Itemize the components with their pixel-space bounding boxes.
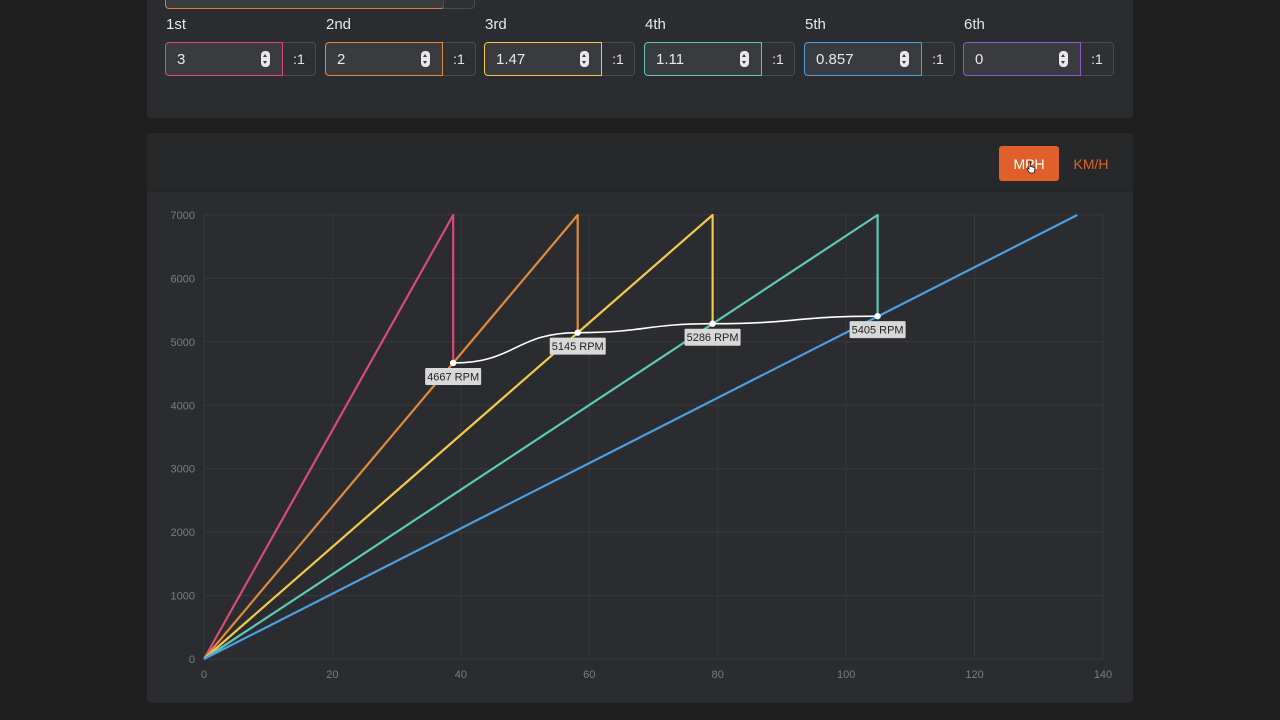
shift-point-label: 5145 RPM <box>552 341 604 353</box>
x-tick-label: 140 <box>1094 669 1112 681</box>
gear-3-ratio-value: 1.47 <box>496 50 526 68</box>
y-tick-label: 5000 <box>171 337 195 349</box>
shift-point-marker <box>874 312 881 320</box>
gear-5-series-line <box>203 214 1078 660</box>
y-tick-label: 1000 <box>171 591 195 603</box>
gear-6: 6th 0 :1 <box>963 16 1114 76</box>
gear-1-ratio-input[interactable]: 3 <box>165 42 283 76</box>
gear-6-ratio-input[interactable]: 0 <box>963 42 1081 76</box>
shift-point-label: 5286 RPM <box>687 332 739 344</box>
gear-2-ratio-input[interactable]: 2 <box>325 42 443 76</box>
x-tick-label: 120 <box>965 669 983 681</box>
ratio-suffix: :1 <box>1081 42 1114 76</box>
gear-3-series-line <box>203 213 714 660</box>
gear-label: 5th <box>805 16 826 33</box>
spinner-icon[interactable] <box>1059 51 1068 67</box>
ratio-suffix: :1 <box>602 42 635 76</box>
y-tick-label: 4000 <box>171 400 195 412</box>
gear-label: 2nd <box>326 16 352 33</box>
gear-2-series-line <box>203 213 579 660</box>
gear-4-series-line <box>203 213 879 660</box>
ratio-suffix: :1 <box>922 42 955 76</box>
gear-label: 3rd <box>485 16 507 33</box>
rpm-vs-speed-chart: 0 20 40 60 80 100 120 140 0 1000 2000 3000 4000 5000 6… <box>171 210 1113 681</box>
x-tick-label: 40 <box>455 669 467 681</box>
gear-4: 4th 1.11 :1 <box>644 16 795 76</box>
spinner-icon[interactable] <box>900 51 909 67</box>
ratio-suffix: :1 <box>762 42 795 76</box>
y-tick-label: 2000 <box>171 527 195 539</box>
gear-4-ratio-input[interactable]: 1.11 <box>644 42 762 76</box>
shift-point-marker <box>449 359 457 367</box>
gear-ratios-panel: 1st 3 :1 2nd 2 :1 3rd 1.47 :1 4th 1.11:… <box>147 0 1133 118</box>
x-tick-label: 60 <box>583 669 595 681</box>
y-tick-label: 7000 <box>171 210 195 222</box>
y-tick-label: 0 <box>189 654 195 666</box>
spinner-icon[interactable] <box>261 51 270 67</box>
gear-5: 5th 0.857 :1 <box>804 16 955 76</box>
x-tick-label: 100 <box>837 669 855 681</box>
gear-5-ratio-input[interactable]: 0.857 <box>804 42 922 76</box>
ratio-suffix: :1 <box>283 42 316 76</box>
gear-2: 2nd 2 :1 <box>325 16 476 76</box>
x-tick-label: 0 <box>201 669 207 681</box>
shift-point-label: 4667 RPM <box>427 371 479 383</box>
gear-3-ratio-input[interactable]: 1.47 <box>484 42 602 76</box>
gear-6-ratio-value: 0 <box>975 50 984 68</box>
previous-input-field[interactable] <box>165 0 445 9</box>
spinner-icon[interactable] <box>740 51 749 67</box>
gear-1: 1st 3 :1 <box>165 16 316 76</box>
y-tick-label: 3000 <box>171 464 195 476</box>
y-tick-label: 6000 <box>171 273 195 285</box>
x-tick-label: 80 <box>712 669 724 681</box>
gear-2-ratio-value: 2 <box>337 50 346 68</box>
gear-3: 3rd 1.47 :1 <box>484 16 635 76</box>
gear-label: 4th <box>645 16 666 33</box>
x-tick-label: 20 <box>326 669 338 681</box>
spinner-icon[interactable] <box>421 51 430 67</box>
gear-label: 1st <box>166 16 187 33</box>
shift-point-marker <box>574 329 581 336</box>
spinner-icon[interactable] <box>580 51 589 67</box>
gear-4-ratio-value: 1.11 <box>656 50 685 68</box>
gear-label: 6th <box>964 16 985 33</box>
rpm-chart-panel: MPH KM/H 0204060801001201400100020003000… <box>147 133 1133 703</box>
gear-1-series-line <box>203 213 455 660</box>
gear-1-ratio-value: 3 <box>177 50 186 68</box>
gear-5-ratio-value: 0.857 <box>816 50 854 68</box>
shift-point-label: 5405 RPM <box>852 325 904 337</box>
ratio-suffix: :1 <box>443 42 476 76</box>
previous-input-addon <box>443 0 475 9</box>
shift-point-marker <box>709 320 716 327</box>
